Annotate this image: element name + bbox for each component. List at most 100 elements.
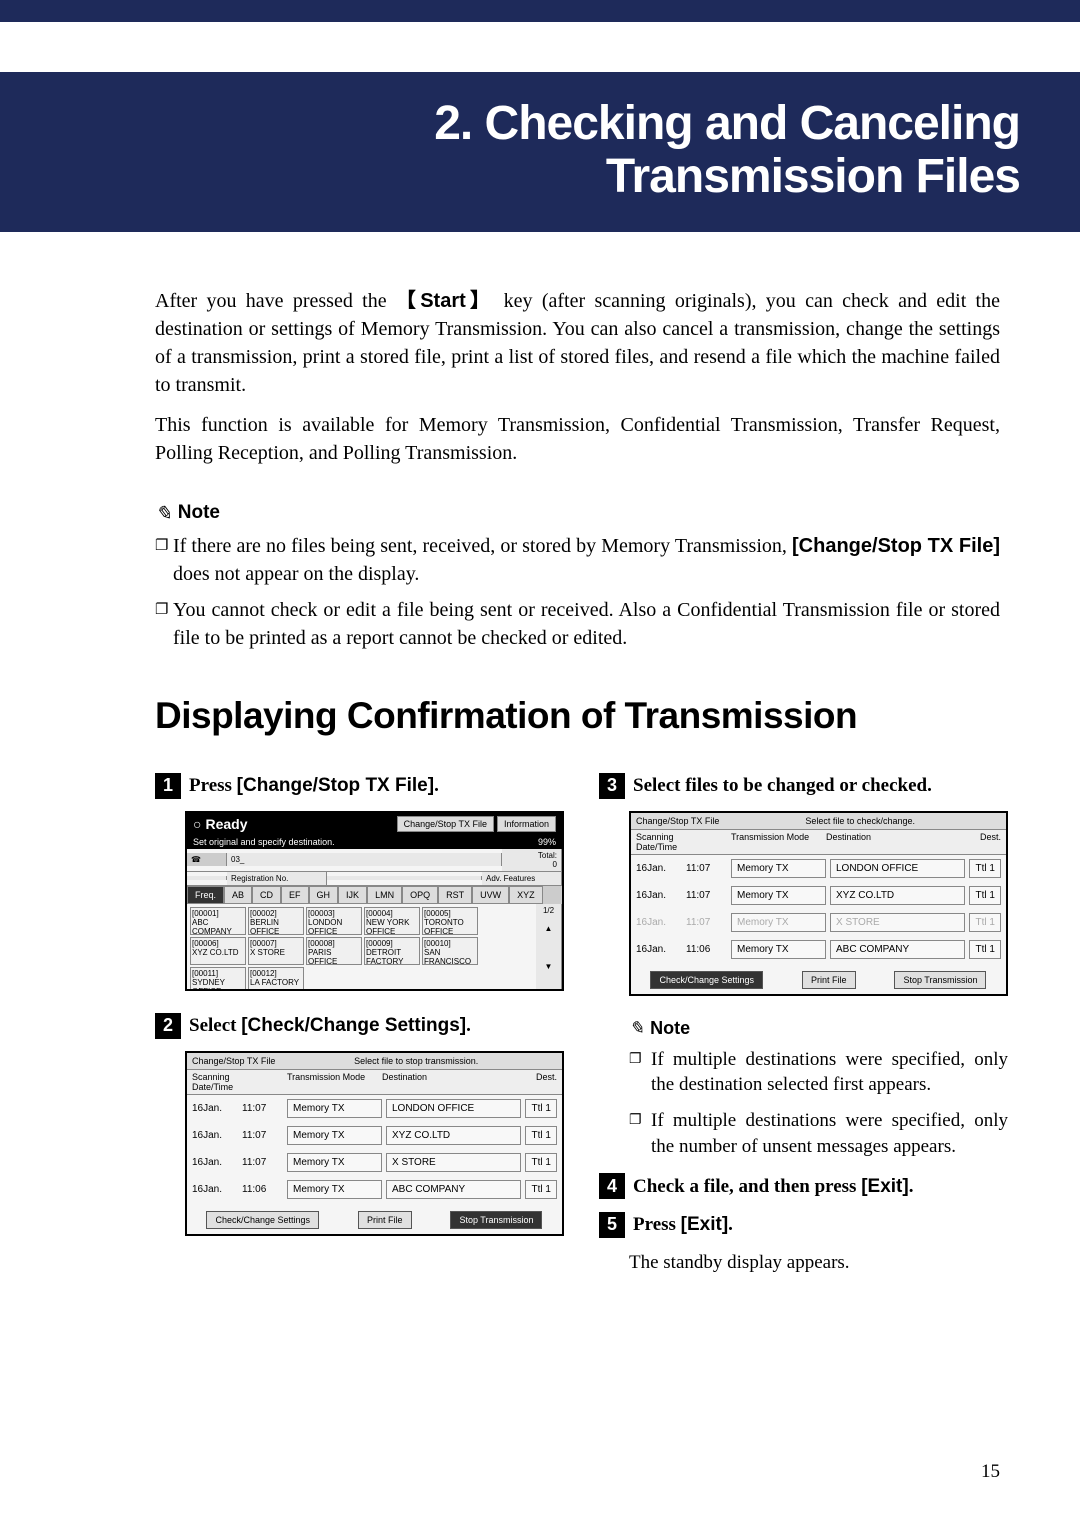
total-label: Total: bbox=[538, 851, 557, 860]
dest-item[interactable]: [00002]BERLIN OFFICE bbox=[248, 907, 304, 935]
dest-item[interactable]: [00005]TORONTO OFFICE bbox=[422, 907, 478, 935]
screenshot-file-list-stop: Change/Stop TX File Select file to stop … bbox=[185, 1051, 564, 1236]
table-row[interactable]: 16Jan.11:07Memory TXXYZ CO.LTDTtl 1 bbox=[631, 882, 1006, 909]
tab-ef[interactable]: EF bbox=[281, 886, 309, 904]
check-change-button[interactable]: Check/Change Settings bbox=[206, 1211, 319, 1229]
step-5: 5 Press [Exit]. bbox=[599, 1212, 1008, 1238]
table-row[interactable]: 16Jan.11:06Memory TXABC COMPANYTtl 1 bbox=[631, 936, 1006, 963]
dest-item[interactable]: [00012]LA FACTORY bbox=[248, 967, 304, 991]
dest-item[interactable]: [00001]ABC COMPANY bbox=[190, 907, 246, 935]
note-item-2: ❐ You cannot check or edit a file being … bbox=[155, 596, 1000, 652]
stop-transmission-button[interactable]: Stop Transmission bbox=[450, 1211, 542, 1229]
dest-item[interactable]: [00003]LONDON OFFICE bbox=[306, 907, 362, 935]
ss1-header: Ready Change/Stop TX File Information bbox=[187, 813, 562, 835]
tab-gh[interactable]: GH bbox=[309, 886, 339, 904]
table-row[interactable]: 16Jan.11:06Memory TXABC COMPANYTtl 1 bbox=[187, 1176, 562, 1203]
col-date: Scanning Date/Time bbox=[192, 1072, 242, 1092]
tab-cd[interactable]: CD bbox=[252, 886, 281, 904]
ss1-percent: 99% bbox=[538, 837, 556, 847]
ss2-columns: Scanning Date/Time Transmission Mode Des… bbox=[187, 1070, 562, 1095]
stop-transmission-button[interactable]: Stop Transmission bbox=[894, 971, 986, 989]
section-title: Displaying Confirmation of Transmission bbox=[0, 660, 1080, 755]
title-line-2: Transmission Files bbox=[606, 150, 1020, 203]
ss2-header: Change/Stop TX File Select file to stop … bbox=[187, 1053, 562, 1070]
information-button[interactable]: Information bbox=[497, 816, 556, 832]
registration-button[interactable]: Registration No. bbox=[227, 872, 327, 885]
ready-label: Ready bbox=[193, 816, 394, 832]
note-list: ❐ If there are no files being sent, rece… bbox=[0, 532, 1080, 652]
table-row[interactable]: 16Jan.11:07Memory TXLONDON OFFICETtl 1 bbox=[631, 855, 1006, 882]
tab-lmn[interactable]: LMN bbox=[367, 886, 402, 904]
bullet-icon: ❐ bbox=[629, 1047, 651, 1098]
table-row[interactable]: 16Jan.11:07Memory TXX STORETtl 1 bbox=[631, 909, 1006, 936]
adv-features-button[interactable]: Adv. Features bbox=[482, 872, 562, 885]
dest-item[interactable]: [00007]X STORE bbox=[248, 937, 304, 965]
left-column: 1 Press [Change/Stop TX File]. Ready Cha… bbox=[155, 773, 564, 1276]
col-num: Dest. bbox=[525, 1072, 557, 1092]
up-icon[interactable]: ▲ bbox=[536, 922, 562, 960]
chapter-title-banner: 2. Checking and Canceling Transmission F… bbox=[0, 72, 1080, 232]
pencil-icon: ✎ bbox=[629, 1018, 644, 1039]
dest-item[interactable]: [00004]NEW YORK OFFICE bbox=[364, 907, 420, 935]
spacer bbox=[0, 22, 1080, 72]
table-row[interactable]: 16Jan.11:07Memory TXXYZ CO.LTDTtl 1 bbox=[187, 1122, 562, 1149]
ss1-tabs: Freq. AB CD EF GH IJK LMN OPQ RST UVW XY… bbox=[187, 886, 562, 904]
dest-item[interactable]: [00009]DETROIT FACTORY bbox=[364, 937, 420, 965]
col-mode: Transmission Mode bbox=[287, 1072, 382, 1092]
column-note: ✎ Note ❐ If multiple destinations were s… bbox=[599, 1018, 1008, 1160]
ss3-title: Select file to check/change. bbox=[719, 816, 1001, 826]
step-2-before: Select bbox=[189, 1015, 241, 1036]
step-5-followup: The standby display appears. bbox=[629, 1250, 1008, 1276]
intro-paragraph-2: This function is available for Memory Tr… bbox=[155, 411, 1000, 467]
note-label: Note bbox=[178, 502, 220, 524]
tab-ab[interactable]: AB bbox=[224, 886, 252, 904]
dest-item[interactable]: [00011]SYDNEY OFFICE bbox=[190, 967, 246, 991]
note-item-1: ❐ If there are no files being sent, rece… bbox=[155, 532, 1000, 588]
intro-paragraph-1: After you have pressed the 【Start】 key (… bbox=[155, 287, 1000, 399]
col-note-2-text: If multiple destinations were specified,… bbox=[651, 1108, 1008, 1159]
ss3-buttons: Check/Change Settings Print File Stop Tr… bbox=[631, 963, 1006, 994]
tab-uvw[interactable]: UVW bbox=[472, 886, 509, 904]
bullet-icon: ❐ bbox=[629, 1108, 651, 1159]
step-number-1: 1 bbox=[155, 773, 181, 799]
table-row[interactable]: 16Jan.11:07Memory TXLONDON OFFICETtl 1 bbox=[187, 1095, 562, 1122]
col-dest: Destination bbox=[382, 1072, 525, 1092]
ss1-reg-row: Registration No. Adv. Features bbox=[187, 872, 562, 886]
col-num: Dest. bbox=[969, 832, 1001, 852]
col-note-item-2: ❐ If multiple destinations were specifie… bbox=[629, 1108, 1008, 1159]
note-2-text: You cannot check or edit a file being se… bbox=[173, 596, 1000, 652]
step-4-bold: [Exit] bbox=[861, 1176, 909, 1197]
change-stop-tx-button[interactable]: Change/Stop TX File bbox=[397, 816, 494, 832]
phone-input[interactable]: 03_ bbox=[227, 853, 502, 866]
tab-xyz[interactable]: XYZ bbox=[509, 886, 543, 904]
step-5-bold: [Exit] bbox=[681, 1214, 729, 1235]
print-file-button[interactable]: Print File bbox=[358, 1211, 412, 1229]
page-number: 15 bbox=[981, 1461, 1000, 1483]
col-date: Scanning Date/Time bbox=[636, 832, 686, 852]
print-file-button[interactable]: Print File bbox=[802, 971, 856, 989]
note-label: Note bbox=[650, 1018, 690, 1039]
step-4: 4 Check a file, and then press [Exit]. bbox=[599, 1173, 1008, 1199]
step-2-text: Select [Check/Change Settings]. bbox=[189, 1014, 564, 1039]
step-1-text: Press [Change/Stop TX File]. bbox=[189, 774, 564, 799]
step-4-after: . bbox=[909, 1176, 914, 1197]
freq-tab[interactable]: Freq. bbox=[187, 886, 224, 904]
down-icon[interactable]: ▼ bbox=[536, 960, 562, 991]
check-change-button[interactable]: Check/Change Settings bbox=[650, 971, 763, 989]
note-1-bold: [Change/Stop TX File] bbox=[792, 535, 1000, 557]
dest-item[interactable]: [00006]XYZ CO.LTD bbox=[190, 937, 246, 965]
step-1: 1 Press [Change/Stop TX File]. bbox=[155, 773, 564, 799]
dest-item[interactable]: [00008]PARIS OFFICE bbox=[306, 937, 362, 965]
ss1-subtitle: Set original and specify destination. 99… bbox=[187, 835, 562, 849]
table-row[interactable]: 16Jan.11:07Memory TXX STORETtl 1 bbox=[187, 1149, 562, 1176]
step-5-before: Press bbox=[633, 1214, 681, 1235]
tab-opq[interactable]: OPQ bbox=[402, 886, 438, 904]
step-number-5: 5 bbox=[599, 1212, 625, 1238]
step-5-text: Press [Exit]. bbox=[633, 1213, 1008, 1238]
step-2-after: . bbox=[466, 1015, 471, 1036]
tab-rst[interactable]: RST bbox=[438, 886, 472, 904]
tab-ijk[interactable]: IJK bbox=[338, 886, 367, 904]
dest-item[interactable]: [00010]SAN FRANCISCO bbox=[422, 937, 478, 965]
bullet-icon: ❐ bbox=[155, 596, 173, 652]
step-1-before: Press bbox=[189, 775, 237, 796]
